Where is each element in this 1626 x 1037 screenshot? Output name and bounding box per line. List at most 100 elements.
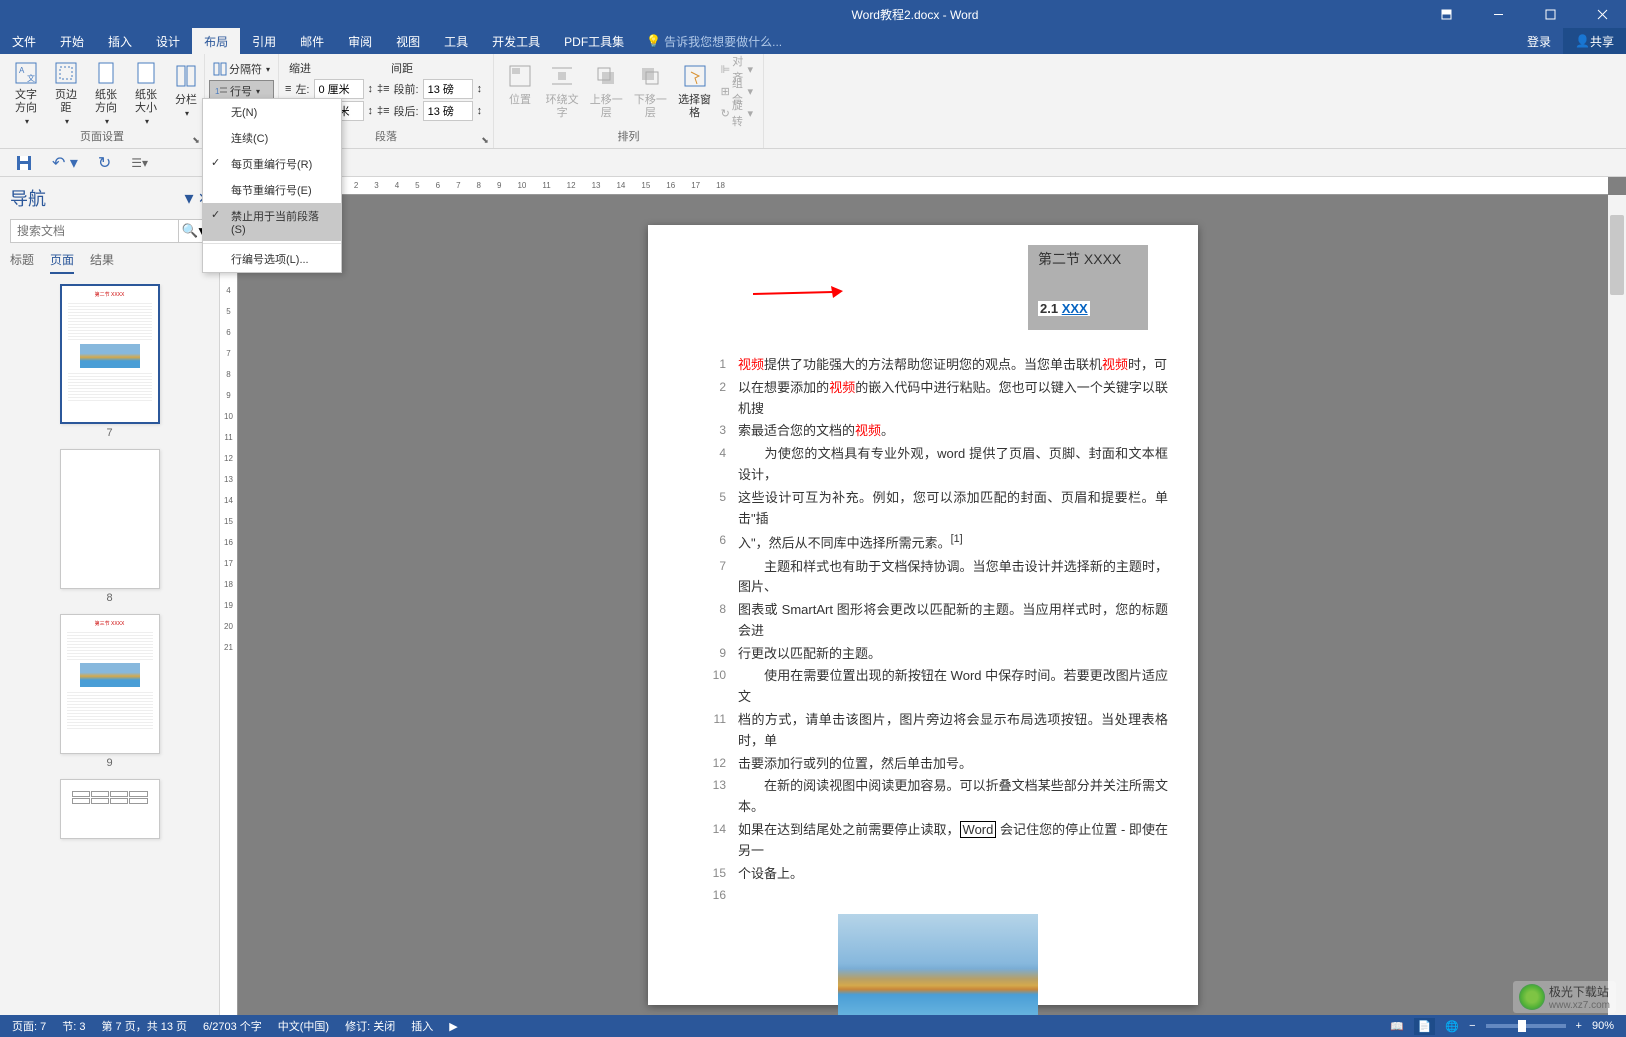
spacing-after-input[interactable] bbox=[423, 101, 473, 121]
nav-tab-results[interactable]: 结果 bbox=[90, 251, 114, 274]
tab-pdf[interactable]: PDF工具集 bbox=[552, 28, 636, 54]
doc-line[interactable]: 10 使用在需要位置出现的新按钮在 Word 中保存时间。若要更改图片适应文 bbox=[708, 666, 1168, 708]
tab-tools[interactable]: 工具 bbox=[432, 28, 480, 54]
tab-file[interactable]: 文件 bbox=[0, 28, 48, 54]
doc-line[interactable]: 8图表或 SmartArt 图形将会更改以匹配新的主题。当应用样式时，您的标题会… bbox=[708, 600, 1168, 642]
document-scroll[interactable]: 第二节 XXXX 2.1 XXX 1视频提供了功能强大的方法帮助您证明您的观点。… bbox=[238, 195, 1608, 1015]
subsection-link[interactable]: XXX bbox=[1062, 301, 1088, 316]
document-image[interactable] bbox=[838, 914, 1038, 1015]
check-icon: ✓ bbox=[211, 208, 220, 221]
view-print-icon[interactable]: 📄 bbox=[1414, 1018, 1436, 1035]
tab-review[interactable]: 审阅 bbox=[336, 28, 384, 54]
bring-forward-button[interactable]: 上移一层 bbox=[584, 58, 628, 128]
status-words[interactable]: 6/2703 个字 bbox=[203, 1018, 262, 1034]
undo-button[interactable]: ↶ ▾ bbox=[46, 151, 84, 175]
zoom-out-button[interactable]: − bbox=[1469, 1020, 1475, 1032]
doc-line[interactable]: 11档的方式，请单击该图片，图片旁边将会显示布局选项按钮。当处理表格时，单 bbox=[708, 710, 1168, 752]
tell-me-input[interactable]: 💡 告诉我您想要做什么... bbox=[646, 33, 782, 50]
doc-line[interactable]: 13 在新的阅读视图中阅读更加容易。可以折叠文档某些部分并关注所需文本。 bbox=[708, 776, 1168, 818]
close-button[interactable] bbox=[1582, 0, 1622, 28]
tab-insert[interactable]: 插入 bbox=[96, 28, 144, 54]
status-insert[interactable]: 插入 bbox=[411, 1018, 433, 1034]
share-button[interactable]: 👤 共享 bbox=[1563, 28, 1626, 54]
text-direction-button[interactable]: A文文字方向▾ bbox=[6, 58, 46, 128]
zoom-level[interactable]: 90% bbox=[1592, 1020, 1614, 1032]
wrap-text-button[interactable]: 环绕文字 bbox=[540, 58, 584, 128]
rotate-button[interactable]: ↻旋转▾ bbox=[717, 102, 757, 124]
menu-restart-each-section[interactable]: 每节重编行号(E) bbox=[203, 177, 341, 203]
nav-tab-headings[interactable]: 标题 bbox=[10, 251, 34, 274]
view-web-icon[interactable]: 🌐 bbox=[1445, 1020, 1459, 1033]
menu-line-numbering-options[interactable]: 行编号选项(L)... bbox=[203, 246, 341, 272]
status-section[interactable]: 节: 3 bbox=[62, 1018, 85, 1034]
doc-line[interactable]: 12击要添加行或列的位置，然后单击加号。 bbox=[708, 754, 1168, 775]
page-setup-launcher[interactable]: ⬊ bbox=[190, 134, 202, 146]
status-lang[interactable]: 中文(中国) bbox=[278, 1018, 329, 1034]
doc-line[interactable]: 6入"，然后从不同库中选择所需元素。[1] bbox=[708, 531, 1168, 554]
doc-line[interactable]: 14如果在达到结尾处之前需要停止读取，Word 会记住您的停止位置 - 即使在另… bbox=[708, 820, 1168, 862]
zoom-slider[interactable] bbox=[1486, 1024, 1566, 1028]
search-input[interactable] bbox=[11, 220, 178, 242]
thumb-page-7[interactable]: 第二节 XXXX7 bbox=[60, 284, 160, 439]
indent-left-input[interactable] bbox=[314, 79, 364, 99]
doc-line[interactable]: 4 为使您的文档具有专业外观，word 提供了页眉、页脚、封面和文本框设计， bbox=[708, 444, 1168, 486]
doc-line[interactable]: 1视频提供了功能强大的方法帮助您证明您的观点。当您单击联机视频时，可 bbox=[708, 355, 1168, 376]
doc-line[interactable]: 5这些设计可互为补充。例如，您可以添加匹配的封面、页眉和提要栏。单击"插 bbox=[708, 488, 1168, 530]
vertical-scrollbar[interactable] bbox=[1608, 195, 1626, 1015]
qat-customize[interactable]: ☰▾ bbox=[125, 154, 154, 172]
login-link[interactable]: 登录 bbox=[1515, 28, 1563, 54]
tab-design[interactable]: 设计 bbox=[144, 28, 192, 54]
group-page-setup: A文文字方向▾ 页边距▾ 纸张方向▾ 纸张大小▾ 分栏▾ 页面设置 ⬊ bbox=[0, 54, 205, 148]
thumb-page-8[interactable]: 8 bbox=[60, 449, 160, 604]
breaks-button[interactable]: 分隔符▾ bbox=[209, 58, 274, 80]
tab-layout[interactable]: 布局 bbox=[192, 28, 240, 54]
menu-none[interactable]: 无(N) bbox=[203, 99, 341, 125]
spacing-before-label: 段前: bbox=[394, 81, 419, 97]
menu-suppress-current[interactable]: ✓禁止用于当前段落(S) bbox=[203, 203, 341, 241]
section-heading[interactable]: 第二节 XXXX bbox=[1038, 249, 1138, 269]
ribbon-display-options[interactable] bbox=[1426, 0, 1466, 28]
macro-record-icon[interactable]: ▶ bbox=[449, 1020, 457, 1033]
doc-line[interactable]: 15个设备上。 bbox=[708, 864, 1168, 885]
watermark-icon bbox=[1519, 984, 1545, 1010]
columns-button[interactable]: 分栏▾ bbox=[166, 58, 206, 128]
nav-tab-pages[interactable]: 页面 bbox=[50, 251, 74, 274]
status-revise[interactable]: 修订: 关闭 bbox=[345, 1018, 395, 1034]
nav-search: 🔍▾ bbox=[10, 219, 209, 243]
status-pages[interactable]: 第 7 页，共 13 页 bbox=[101, 1018, 187, 1034]
save-button[interactable] bbox=[10, 153, 38, 173]
selection-pane-button[interactable]: 选择窗格 bbox=[672, 58, 716, 128]
scrollbar-thumb[interactable] bbox=[1610, 215, 1624, 295]
zoom-in-button[interactable]: + bbox=[1576, 1020, 1582, 1032]
tab-view[interactable]: 视图 bbox=[384, 28, 432, 54]
doc-line[interactable]: 7 主题和样式也有助于文档保持协调。当您单击设计并选择新的主题时，图片、 bbox=[708, 557, 1168, 599]
doc-line[interactable]: 3索最适合您的文档的视频。 bbox=[708, 421, 1168, 442]
tab-home[interactable]: 开始 bbox=[48, 28, 96, 54]
send-backward-button[interactable]: 下移一层 bbox=[628, 58, 672, 128]
document-page[interactable]: 第二节 XXXX 2.1 XXX 1视频提供了功能强大的方法帮助您证明您的观点。… bbox=[648, 225, 1198, 1005]
tab-mail[interactable]: 邮件 bbox=[288, 28, 336, 54]
spacing-before-input[interactable] bbox=[423, 79, 473, 99]
redo-button[interactable]: ↻ bbox=[92, 151, 117, 175]
doc-line[interactable]: 2以在想要添加的视频的嵌入代码中进行粘贴。您也可以键入一个关键字以联机搜 bbox=[708, 378, 1168, 420]
maximize-button[interactable] bbox=[1530, 0, 1570, 28]
page-thumbnails[interactable]: 第二节 XXXX7 8 第三节 XXXX9 bbox=[10, 284, 209, 1007]
position-button[interactable]: 位置 bbox=[500, 58, 540, 128]
thumb-page-10[interactable] bbox=[60, 779, 160, 839]
doc-line[interactable]: 16 bbox=[708, 886, 1168, 905]
vertical-ruler[interactable]: 123456789101112131415161718192021 bbox=[220, 195, 238, 1015]
size-button[interactable]: 纸张大小▾ bbox=[126, 58, 166, 128]
menu-restart-each-page[interactable]: ✓每页重编行号(R) bbox=[203, 151, 341, 177]
view-read-icon[interactable]: 📖 bbox=[1390, 1020, 1404, 1033]
tab-references[interactable]: 引用 bbox=[240, 28, 288, 54]
menu-continuous[interactable]: 连续(C) bbox=[203, 125, 341, 151]
orientation-button[interactable]: 纸张方向▾ bbox=[86, 58, 126, 128]
paragraph-launcher[interactable]: ⬊ bbox=[479, 134, 491, 146]
minimize-button[interactable] bbox=[1478, 0, 1518, 28]
doc-line[interactable]: 9行更改以匹配新的主题。 bbox=[708, 644, 1168, 665]
tab-developer[interactable]: 开发工具 bbox=[480, 28, 552, 54]
thumb-page-9[interactable]: 第三节 XXXX9 bbox=[60, 614, 160, 769]
horizontal-ruler[interactable]: 321123456789101112131415161718 bbox=[248, 177, 1608, 195]
margins-button[interactable]: 页边距▾ bbox=[46, 58, 86, 128]
status-page[interactable]: 页面: 7 bbox=[12, 1018, 46, 1034]
